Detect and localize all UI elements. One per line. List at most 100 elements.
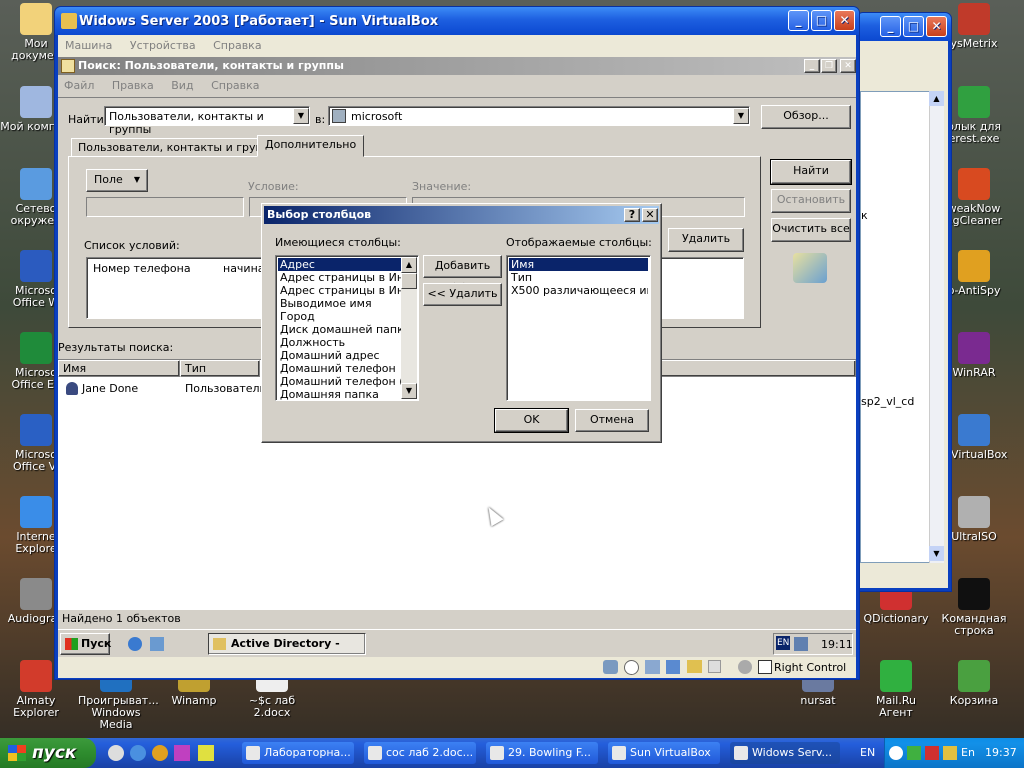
bg-minimize-button[interactable]: _: [880, 16, 901, 37]
available-column-item[interactable]: Адрес: [278, 258, 416, 271]
mouse-integration-icon[interactable]: [738, 660, 752, 674]
vbox-menu-help[interactable]: Справка: [213, 39, 261, 52]
available-column-item[interactable]: Выводимое имя: [278, 297, 416, 310]
search-close-button[interactable]: ✕: [840, 59, 856, 73]
search-menu-view[interactable]: Вид: [171, 79, 193, 92]
displayed-column-item[interactable]: Тип: [509, 271, 648, 284]
desktop-icon-right-8[interactable]: Корзина: [936, 660, 1012, 707]
bg-maximize-button[interactable]: □: [903, 16, 924, 37]
clear-all-button[interactable]: Очистить все: [771, 218, 851, 242]
host-task-virtualbox[interactable]: Sun VirtualBox: [608, 742, 720, 764]
available-column-item[interactable]: Домашний телефон (про: [278, 375, 416, 388]
guest-task-active-directory[interactable]: Active Directory - по...: [208, 633, 366, 655]
desktop-icon-bottom-4-label: Mail.Ru Агент: [876, 694, 916, 719]
vbox-maximize-button[interactable]: □: [811, 10, 832, 31]
vbox-menu-devices[interactable]: Устройства: [130, 39, 196, 52]
ql-settings-icon[interactable]: [108, 745, 124, 761]
host-task-lab-doc[interactable]: Лабораторна...: [242, 742, 354, 764]
available-columns-list[interactable]: Адрес Адрес страницы в Интер Адрес страниц…: [275, 255, 419, 401]
tray-app2-icon[interactable]: [925, 746, 939, 760]
available-column-item[interactable]: Адрес страницы в Интер: [278, 284, 416, 297]
tray-lang[interactable]: En: [961, 746, 975, 759]
ad-task-icon: [213, 638, 226, 650]
available-column-item[interactable]: Город: [278, 310, 416, 323]
tray-arrow-icon[interactable]: [889, 746, 903, 760]
in-select[interactable]: microsoft ▼: [328, 106, 750, 126]
stop-button[interactable]: Остановить: [771, 189, 851, 213]
scroll-up-arrow[interactable]: ▲: [401, 257, 417, 273]
available-column-item[interactable]: Должность: [278, 336, 416, 349]
search-titlebar[interactable]: Поиск: Пользователи, контакты и группы _…: [58, 57, 856, 75]
column-header-type[interactable]: Тип: [180, 360, 260, 377]
vbox-titlebar[interactable]: Widows Server 2003 [Работает] - Sun Virt…: [55, 7, 859, 35]
host-start-button[interactable]: пуск: [0, 738, 96, 768]
ql-paint-icon[interactable]: [174, 745, 190, 761]
condition-label: Условие:: [248, 180, 299, 193]
guest-start-button[interactable]: Пуск: [60, 633, 111, 655]
ql-ie-icon[interactable]: [130, 745, 146, 761]
scroll-down-arrow[interactable]: ▼: [401, 383, 417, 399]
displayed-column-item[interactable]: X500 различающееся имя: [509, 284, 648, 297]
desktop-icon-bottom-3-label: nursat: [800, 694, 836, 707]
bg-close-button[interactable]: ✕: [926, 16, 947, 37]
tray-app1-icon[interactable]: [907, 746, 921, 760]
network-adapter-icon[interactable]: [645, 660, 660, 674]
available-column-item[interactable]: Домашний телефон: [278, 362, 416, 375]
guest-lang-indicator[interactable]: EN: [776, 636, 791, 650]
ql-tool-icon[interactable]: [198, 745, 214, 761]
tray-app3-icon[interactable]: [943, 746, 957, 760]
shared-folders-icon[interactable]: [687, 660, 702, 673]
network-icon: [794, 637, 808, 651]
delete-condition-button[interactable]: Удалить: [668, 228, 744, 252]
ok-button[interactable]: OK: [494, 408, 569, 433]
browse-button[interactable]: Обзор...: [761, 105, 851, 129]
vbox-menu-machine[interactable]: Машина: [65, 39, 112, 52]
background-window[interactable]: _ □ ✕ к sp2_vl_cd ▲ ▼: [856, 12, 952, 592]
bg-scroll-up[interactable]: ▲: [929, 91, 944, 106]
available-column-item[interactable]: Адрес страницы в Интер: [278, 271, 416, 284]
dialog-close-button[interactable]: ✕: [642, 208, 658, 222]
available-column-item[interactable]: Домашний адрес: [278, 349, 416, 362]
search-menu-help[interactable]: Справка: [211, 79, 259, 92]
displayed-column-item[interactable]: Имя: [509, 258, 648, 271]
field-button[interactable]: Поле ▼: [86, 169, 148, 192]
vbox-close-button[interactable]: ✕: [834, 10, 855, 31]
search-menu-edit[interactable]: Правка: [112, 79, 154, 92]
dialog-help-button[interactable]: ?: [624, 208, 640, 222]
ql-media-icon[interactable]: [152, 745, 168, 761]
quicklaunch-desktop-icon[interactable]: [150, 637, 164, 651]
search-minimize-button[interactable]: _: [804, 59, 820, 73]
usb-icon[interactable]: [666, 660, 680, 674]
search-restore-button[interactable]: ❐: [821, 59, 837, 73]
in-dropdown-arrow[interactable]: ▼: [733, 108, 749, 124]
column-header-name[interactable]: Имя: [58, 360, 180, 377]
hdd-icon[interactable]: [603, 660, 618, 674]
displayed-columns-list[interactable]: Имя Тип X500 различающееся имя: [506, 255, 651, 401]
host-task-widows-server[interactable]: Widows Serv...: [730, 742, 840, 764]
host-task-sos-doc[interactable]: сос лаб 2.doc...: [364, 742, 476, 764]
cd-icon[interactable]: [624, 660, 639, 675]
find-dropdown-arrow[interactable]: ▼: [293, 108, 309, 124]
bg-scroll-down[interactable]: ▼: [929, 546, 944, 561]
dialog-titlebar[interactable]: Выбор столбцов ? ✕: [264, 206, 659, 224]
tab-advanced[interactable]: Дополнительно: [257, 135, 365, 157]
available-column-item[interactable]: Диск домашней папки: [278, 323, 416, 336]
host-lang-indicator[interactable]: EN: [860, 746, 875, 759]
scroll-thumb[interactable]: [401, 273, 417, 289]
find-select[interactable]: Пользователи, контакты и группы ▼: [104, 106, 310, 136]
add-column-button[interactable]: Добавить >>: [423, 255, 502, 292]
host-task-bowling[interactable]: 29. Bowling F...: [486, 742, 598, 764]
cancel-button[interactable]: Отмена: [575, 409, 649, 432]
available-scrollbar[interactable]: ▲ ▼: [401, 257, 417, 399]
remove-column-button[interactable]: << Удалить: [423, 283, 502, 306]
condition-row-field: Номер телефона: [93, 262, 191, 275]
search-menu-file[interactable]: Файл: [64, 79, 94, 92]
vrdp-icon[interactable]: [708, 660, 721, 673]
tab-users-contacts-groups[interactable]: Пользователи, контакты и группы: [71, 138, 286, 157]
vbox-minimize-button[interactable]: _: [788, 10, 809, 31]
bg-scrollbar[interactable]: [929, 91, 944, 563]
quicklaunch-ie-icon[interactable]: [128, 637, 142, 651]
available-column-item[interactable]: Домашняя папка: [278, 388, 416, 400]
find-now-button[interactable]: Найти: [770, 159, 852, 185]
desktop-icon-bottom-4[interactable]: Mail.Ru Агент: [858, 660, 934, 719]
